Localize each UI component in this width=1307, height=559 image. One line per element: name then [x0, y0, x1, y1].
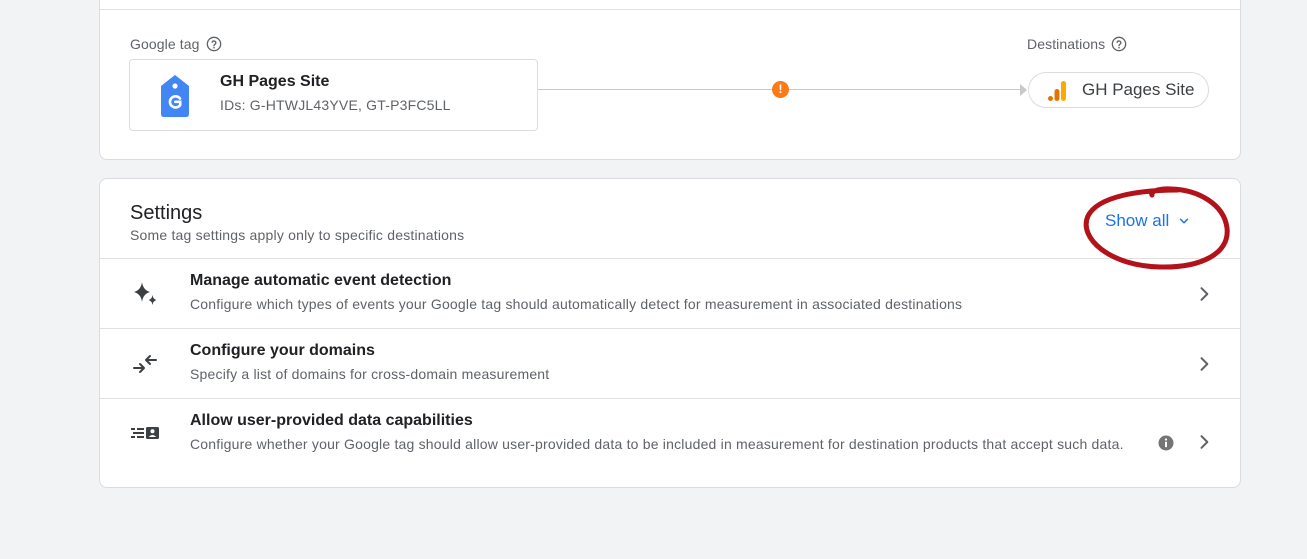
setting-row-title: Manage automatic event detection	[190, 272, 452, 289]
chevron-right-icon	[1200, 357, 1209, 371]
setting-row-description: Configure whether your Google tag should…	[190, 436, 1124, 452]
show-all-label: Show all	[1105, 211, 1170, 230]
setting-row-user-data[interactable]: Allow user-provided data capabilities Co…	[100, 399, 1240, 487]
destinations-label-text: Destinations	[1027, 36, 1106, 52]
settings-header: Settings Some tag settings apply only to…	[100, 179, 1240, 259]
destinations-label: Destinations	[1027, 36, 1127, 52]
google-analytics-icon	[1048, 81, 1066, 101]
google-tag-icon	[161, 75, 189, 117]
card-divider	[100, 9, 1240, 10]
warning-icon[interactable]: !	[772, 81, 789, 98]
setting-row-title: Configure your domains	[190, 342, 375, 359]
destination-name: GH Pages Site	[1082, 80, 1195, 99]
chevron-right-icon	[1200, 287, 1209, 301]
destination-chip[interactable]: GH Pages Site	[1028, 72, 1209, 108]
google-tag-card: Google tag Destinations GH Pages Site ID…	[99, 0, 1241, 160]
google-tag-label: Google tag	[130, 36, 222, 52]
chevron-down-icon	[1180, 218, 1189, 224]
info-icon[interactable]	[1156, 433, 1176, 453]
settings-title: Settings	[130, 202, 203, 224]
setting-row-description: Specify a list of domains for cross-doma…	[190, 366, 550, 382]
show-all-button[interactable]: Show all	[1105, 209, 1191, 233]
help-icon[interactable]	[1111, 36, 1127, 52]
setting-row-domains[interactable]: Configure your domains Specify a list of…	[100, 329, 1240, 399]
setting-row-event-detection[interactable]: Manage automatic event detection Configu…	[100, 259, 1240, 329]
google-tag-box[interactable]: GH Pages Site IDs: G-HTWJL43YVE, GT-P3FC…	[129, 59, 538, 131]
google-tag-ids: IDs: G-HTWJL43YVE, GT-P3FC5LL	[220, 97, 451, 113]
settings-subtitle: Some tag settings apply only to specific…	[130, 227, 465, 243]
google-tag-name: GH Pages Site	[220, 73, 330, 90]
setting-row-title: Allow user-provided data capabilities	[190, 412, 473, 429]
user-data-icon	[131, 427, 159, 439]
help-icon[interactable]	[206, 36, 222, 52]
google-tag-label-text: Google tag	[130, 36, 200, 52]
sparkle-icon	[134, 282, 157, 305]
chevron-right-icon	[1200, 435, 1209, 449]
merge-arrows-icon	[133, 355, 157, 373]
connector-arrow-icon	[1020, 84, 1027, 96]
settings-card: Settings Some tag settings apply only to…	[99, 178, 1241, 488]
setting-row-description: Configure which types of events your Goo…	[190, 296, 963, 312]
